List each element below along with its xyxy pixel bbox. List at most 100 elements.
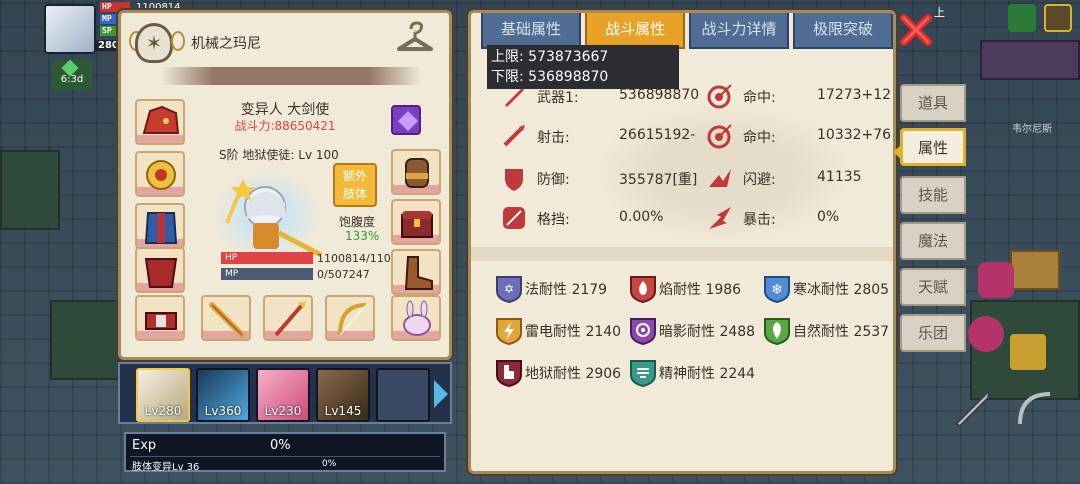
magic-resist-icon: ✡ xyxy=(496,276,522,303)
companion-level: Lv360 xyxy=(204,404,242,418)
svg-text:✡: ✡ xyxy=(504,282,514,296)
hp-bar-label: HP xyxy=(225,253,238,263)
block-value: 0.00% xyxy=(619,209,664,225)
tab-limit-break[interactable]: 极限突破 xyxy=(793,13,893,49)
limb-mutation-label: 肢体变异Lv 36 xyxy=(132,462,200,473)
stat-row: 防御: 355787[重] 闪避: 41135 xyxy=(491,165,891,193)
extra-limb-button[interactable]: 额外 肢体 xyxy=(333,163,377,207)
defense-label: 防御: xyxy=(537,172,570,188)
wardrobe-hanger-icon[interactable] xyxy=(391,19,439,59)
hp-value: 1100814/110 xyxy=(317,251,391,265)
companion-level: Lv280 xyxy=(144,404,182,418)
companion-slot[interactable]: Lv145 xyxy=(316,368,370,422)
blue-armor-icon xyxy=(144,212,178,244)
side-nav-items[interactable]: 道具 xyxy=(900,84,966,122)
equip-slot-spear[interactable] xyxy=(263,295,313,341)
damage-range-tooltip: 上限: 573873667 下限: 536898870 xyxy=(487,45,679,89)
companion-slot[interactable]: Lv230 xyxy=(256,368,310,422)
tab-combat-attributes[interactable]: 战斗属性 xyxy=(585,13,685,49)
shadow-resist-icon xyxy=(630,318,656,345)
side-nav-attributes[interactable]: 属性 xyxy=(893,128,966,166)
limb-mutation-percent: 0% xyxy=(322,459,337,469)
side-nav-magic[interactable]: 魔法 xyxy=(900,222,966,260)
sword-action-icon[interactable] xyxy=(948,384,996,432)
exp-percent: 0% xyxy=(270,438,291,453)
side-nav-band[interactable]: 乐团 xyxy=(900,314,966,352)
equip-slot-gloves[interactable] xyxy=(391,149,441,195)
accuracy-label: 命中: xyxy=(743,90,776,106)
equip-slot-gem[interactable] xyxy=(391,105,421,135)
satiety-value: 133% xyxy=(345,229,380,243)
spirit-resist-icon xyxy=(630,360,656,387)
shield-icon xyxy=(505,169,523,191)
equip-slot-chest[interactable] xyxy=(391,199,441,245)
resistance-text: 焰耐性 1986 xyxy=(659,282,742,298)
map-tile xyxy=(50,300,120,380)
dodge-label: 闪避: xyxy=(743,172,776,188)
equip-slot-bow[interactable] xyxy=(325,295,375,341)
spear-icon xyxy=(274,301,306,337)
minimize-icon[interactable] xyxy=(1044,4,1072,32)
bunny-pet-icon xyxy=(403,300,431,336)
companion-slot[interactable]: Lv360 xyxy=(196,368,250,422)
hud-top-right-text: 上 xyxy=(934,6,945,19)
tab-power-details[interactable]: 战斗力详情 xyxy=(689,13,789,49)
shoot-label: 射击: xyxy=(537,130,570,146)
boots-icon xyxy=(404,256,433,290)
fire-resist-icon xyxy=(630,276,656,303)
hell-resist-icon xyxy=(496,360,522,387)
mp-bar-label: MP xyxy=(225,269,239,279)
globe-icon[interactable] xyxy=(1008,4,1036,32)
weapon-value: 536898870 xyxy=(619,87,700,103)
tab-basic-attributes[interactable]: 基础属性 xyxy=(481,13,581,49)
target-marker-icon[interactable] xyxy=(968,316,1004,352)
critical-icon xyxy=(709,207,731,229)
critical-label: 暴击: xyxy=(743,212,776,228)
stat-row: 格挡: 0.00% 暴击: 0% xyxy=(491,205,891,233)
lower-limit: 下限: 536898870 xyxy=(491,69,609,85)
resistance-text: 地狱耐性 2906 xyxy=(525,366,622,382)
resistance-text: 寒冰耐性 2805 xyxy=(793,282,890,298)
exp-panel: Exp 0% 肢体变异Lv 36 0% xyxy=(124,432,446,473)
target-icon xyxy=(707,84,732,109)
map-tile xyxy=(980,40,1080,80)
quest-icon[interactable] xyxy=(978,262,1014,298)
accuracy-value: 10332+76 xyxy=(817,127,892,143)
hud-timer[interactable]: 6:3d xyxy=(52,59,92,90)
equip-slot-armor[interactable] xyxy=(135,203,185,249)
side-nav-label: 属性 xyxy=(917,139,948,157)
target-icon xyxy=(707,124,732,149)
purple-gem-icon xyxy=(398,111,418,131)
section-divider xyxy=(471,247,893,261)
red-cloak-icon xyxy=(144,258,178,288)
side-nav-talent[interactable]: 天赋 xyxy=(900,268,966,306)
companion-next-arrow-icon[interactable] xyxy=(434,380,448,408)
character-panel: ✶ 机械之玛尼 变异人 大剑使 战斗力:88650421 S阶 地狱使徒: Lv… xyxy=(118,10,452,360)
defense-value: 355787[重] xyxy=(619,172,698,188)
exp-label: Exp xyxy=(132,438,157,453)
block-label: 格挡: xyxy=(537,212,570,228)
accuracy-value: 17273+12 xyxy=(817,87,892,103)
bow-action-icon[interactable] xyxy=(1010,384,1058,432)
player-avatar[interactable] xyxy=(44,4,96,54)
shoot-value: 26615192- xyxy=(619,127,696,143)
stats-panel: 基础属性 战斗属性 战斗力详情 极限突破 上限: 573873667 下限: 5… xyxy=(468,10,896,474)
companion-slot[interactable]: Lv280 xyxy=(136,368,190,422)
shoot-icon xyxy=(503,125,525,147)
equip-slot-cloak[interactable] xyxy=(135,247,185,293)
equip-slot-pet[interactable] xyxy=(391,295,441,341)
equip-slot-staff[interactable] xyxy=(201,295,251,341)
resistance-text: 精神耐性 2244 xyxy=(659,366,756,382)
side-nav-skills[interactable]: 技能 xyxy=(900,176,966,214)
pinwheel-icon[interactable] xyxy=(1010,334,1046,370)
ice-resist-icon: ❄ xyxy=(764,276,790,303)
companion-level: Lv145 xyxy=(324,404,362,418)
equip-slot-helmet[interactable] xyxy=(135,99,185,145)
close-icon[interactable] xyxy=(898,12,934,48)
emblem-wing-right-icon xyxy=(171,31,185,51)
companion-slot-empty[interactable] xyxy=(376,368,430,422)
dragon-helmet-icon xyxy=(142,105,180,134)
equip-slot-belt[interactable] xyxy=(135,295,185,341)
equip-slot-boots[interactable] xyxy=(391,249,441,295)
equip-slot-necklace[interactable] xyxy=(135,151,185,197)
